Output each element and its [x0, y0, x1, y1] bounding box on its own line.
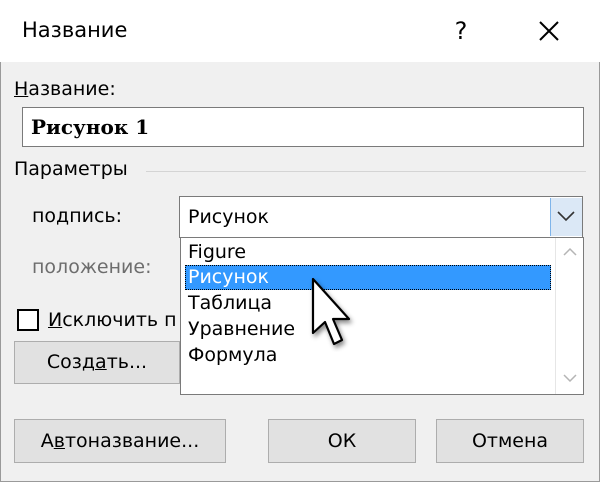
position-label: положение: — [32, 256, 152, 278]
params-group-label: Параметры — [14, 158, 128, 180]
scroll-up-arrow-icon[interactable] — [562, 246, 578, 258]
close-button[interactable] — [526, 12, 572, 50]
create-button-mnemonic: а — [95, 351, 107, 373]
autoname-button-mnemonic: в — [53, 430, 65, 452]
mouse-pointer-icon — [311, 277, 351, 346]
create-button-pre: Созд — [46, 351, 96, 373]
dropdown-option-figure[interactable]: Figure — [185, 240, 551, 265]
exclude-label-mnemonic: И — [48, 309, 63, 331]
cancel-button[interactable]: Отмена — [436, 419, 584, 463]
dropdown-option-tablica[interactable]: Таблица — [185, 291, 551, 316]
exclude-label-post: сключить п — [62, 309, 177, 331]
chevron-down-icon — [557, 211, 575, 222]
ok-button[interactable]: ОК — [268, 419, 416, 463]
dropdown-scrollbar[interactable] — [555, 238, 583, 394]
combo-dropdown-button[interactable] — [550, 198, 582, 236]
exclude-label-text: Исключить п — [48, 309, 177, 331]
autoname-button-pre: А — [40, 430, 54, 452]
dialog-title: Название — [22, 18, 128, 42]
autocaption-button[interactable]: Автоназвание... — [14, 419, 226, 463]
caption-label-label: подпись: — [32, 205, 122, 227]
name-label-text: азвание: — [28, 78, 116, 100]
exclude-label-checkbox[interactable] — [17, 309, 39, 331]
help-button[interactable]: ? — [440, 12, 482, 50]
caption-name-input[interactable]: Рисунок 1 — [22, 107, 584, 147]
autoname-button-post: тоназвание... — [64, 430, 200, 452]
dropdown-option-formula[interactable]: Формула — [185, 343, 551, 368]
caption-label-dropdown-list: Figure Рисунок Таблица Уравнение Формула — [180, 237, 584, 395]
caption-label-post: пись: — [69, 205, 123, 227]
caption-name-label: Название: — [14, 78, 116, 100]
caption-label-mnemonic: д — [56, 205, 70, 227]
scroll-down-arrow-icon[interactable] — [562, 372, 578, 384]
combo-selected-value: Рисунок — [188, 206, 270, 228]
create-label-button[interactable]: Создать... — [14, 341, 180, 384]
dropdown-option-uravnenie[interactable]: Уравнение — [185, 317, 551, 342]
caption-label-pre: по — [32, 205, 57, 227]
dropdown-option-risunok[interactable]: Рисунок — [185, 265, 551, 290]
params-group-divider — [146, 171, 586, 172]
close-icon — [539, 21, 559, 41]
create-button-post: ть... — [106, 351, 148, 373]
name-label-mnemonic: Н — [14, 78, 29, 100]
caption-label-combobox[interactable]: Рисунок — [179, 196, 583, 238]
caption-name-value: Рисунок 1 — [31, 115, 150, 139]
